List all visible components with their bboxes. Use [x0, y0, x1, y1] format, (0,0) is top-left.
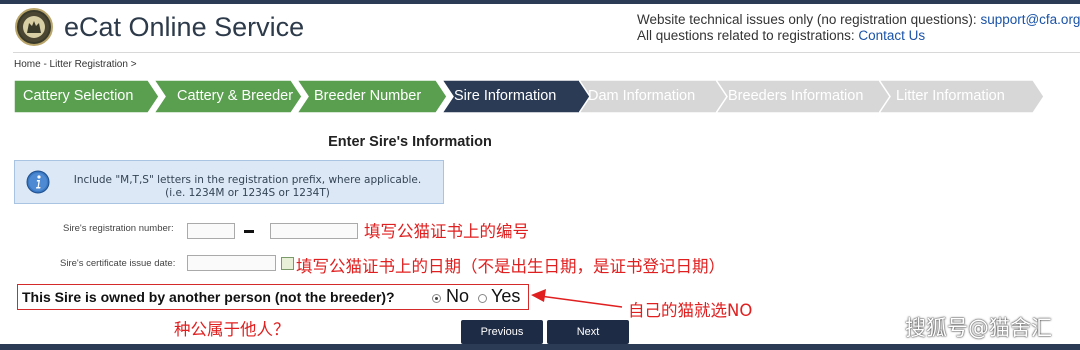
bottom-bar — [0, 344, 1080, 350]
choose-no-note: 自己的猫就选NO — [628, 301, 753, 320]
previous-button[interactable]: Previous — [461, 320, 543, 344]
owned-note: 种公属于他人？ — [174, 320, 290, 339]
annotation-arrow — [531, 289, 623, 308]
watermark: 搜狐号@猫舍汇 — [905, 316, 1052, 340]
next-button[interactable]: Next — [547, 320, 629, 344]
